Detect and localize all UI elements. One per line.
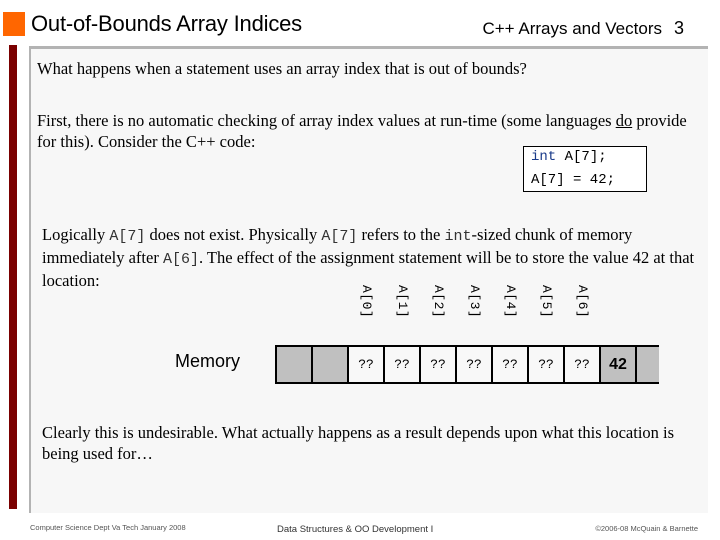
inline-code: int xyxy=(444,228,472,245)
memory-cell xyxy=(313,347,347,382)
memory-cell: ?? xyxy=(349,347,383,382)
slide-header-right: C++ Arrays and Vectors 3 xyxy=(482,18,684,39)
memory-cell: ?? xyxy=(493,347,527,382)
intro-text-1: First, there is no automatic checking of… xyxy=(37,111,616,130)
footer-course: Data Structures & OO Development I xyxy=(277,524,434,535)
memory-cell: ?? xyxy=(565,347,599,382)
code-keyword: int xyxy=(531,149,557,165)
memory-label: Memory xyxy=(175,351,241,371)
explanation-text: refers to the xyxy=(357,225,445,244)
index-label: A[3] xyxy=(467,285,482,319)
inline-code: A[7] xyxy=(109,228,146,245)
index-label: A[1] xyxy=(395,285,410,319)
memory-cell: ?? xyxy=(385,347,419,382)
index-label: A[6] xyxy=(575,285,590,319)
conclusion-paragraph: Clearly this is undesirable. What actual… xyxy=(42,423,675,463)
index-label: A[5] xyxy=(539,285,554,319)
index-label: A[4] xyxy=(503,285,518,319)
memory-cell: ?? xyxy=(421,347,455,382)
memory-cell: ?? xyxy=(529,347,563,382)
memory-cells: ?? ?? ?? ?? ?? ?? ?? 42 xyxy=(275,345,659,384)
left-accent-bar xyxy=(9,45,17,509)
index-label: A[0] xyxy=(359,285,374,319)
footer-copyright: ©2006-08 McQuain & Barnette xyxy=(595,524,698,533)
memory-cell-out-of-bounds: 42 xyxy=(601,347,635,382)
intro-emphasis: do xyxy=(615,111,633,130)
index-label: A[2] xyxy=(431,285,446,319)
footer-department: Computer Science Dept Va Tech January 20… xyxy=(30,523,186,532)
slide-title: Out-of-Bounds Array Indices xyxy=(31,11,302,36)
memory-cell-partial xyxy=(637,347,659,382)
page-number: 3 xyxy=(673,18,684,38)
question-text: What happens when a statement uses an ar… xyxy=(37,59,527,78)
code-line-2: A[7] = 42; xyxy=(531,172,616,188)
section-title: C++ Arrays and Vectors xyxy=(482,19,662,38)
code-line-1: int A[7]; xyxy=(531,149,607,165)
inline-code: A[7] xyxy=(321,228,358,245)
code-declaration: A[7]; xyxy=(556,149,607,165)
explanation-paragraph: Logically A[7] does not exist. Physicall… xyxy=(42,224,702,291)
memory-cell xyxy=(277,347,311,382)
memory-cell: ?? xyxy=(457,347,491,382)
explanation-text: does not exist. Physically xyxy=(145,225,322,244)
title-accent-square xyxy=(3,12,25,36)
explanation-text: Logically xyxy=(42,225,110,244)
code-snippet: int A[7]; A[7] = 42; xyxy=(523,146,647,192)
inline-code: A[6] xyxy=(162,251,199,268)
